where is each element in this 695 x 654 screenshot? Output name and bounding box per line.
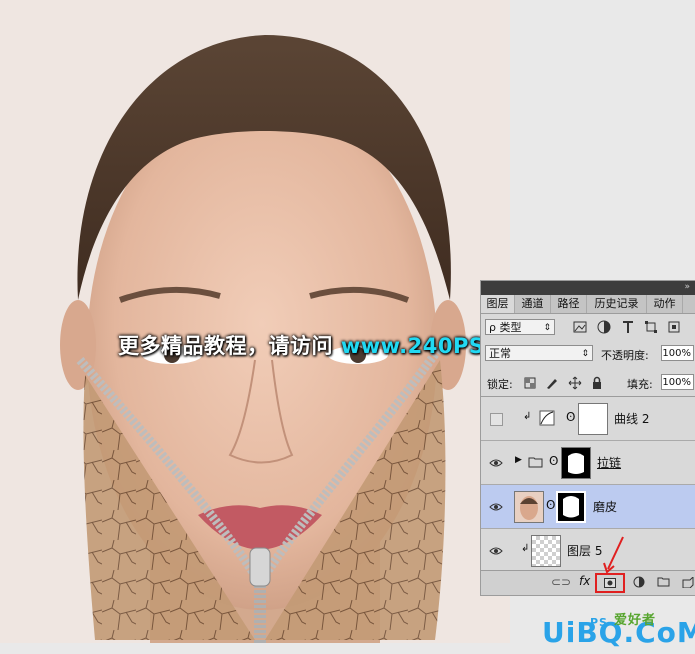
- new-layer-icon[interactable]: [682, 577, 694, 588]
- lock-label: 锁定:: [487, 378, 513, 391]
- layer-name[interactable]: 拉链: [597, 455, 621, 471]
- panel-tabs: 图层 通道 路径 历史记录 动作: [481, 295, 695, 314]
- layer-style-fx-icon[interactable]: fx: [579, 574, 590, 588]
- watermark-prefix: 更多精品教程，请访问: [118, 334, 341, 358]
- tab-actions[interactable]: 动作: [647, 295, 683, 313]
- lock-position-icon[interactable]: [568, 376, 582, 390]
- layers-list: ↲ ʘ 曲线 2 ▶ ʘ 拉链 ʘ 磨皮 ↲ 图层 5: [481, 396, 695, 571]
- eye-icon[interactable]: [489, 500, 503, 514]
- new-group-folder-icon[interactable]: [657, 577, 670, 587]
- smart-object-filter-icon[interactable]: [667, 320, 681, 334]
- layer-group-zipper[interactable]: ▶ ʘ 拉链: [481, 441, 695, 485]
- panel-footer: ⊂⊃ fx: [481, 570, 695, 595]
- opacity-field[interactable]: 100%: [661, 345, 694, 361]
- eye-icon[interactable]: [489, 456, 503, 470]
- layer-name[interactable]: 曲线 2: [614, 411, 649, 427]
- watermark-text: 更多精品教程，请访问 www.240PS.com: [118, 330, 510, 360]
- pixel-filter-icon[interactable]: [573, 320, 587, 334]
- chevron-updown-icon: ⇕: [581, 349, 589, 359]
- blend-mode-select[interactable]: 正常 ⇕: [485, 345, 593, 361]
- lock-image-pixels-icon[interactable]: [545, 376, 559, 390]
- layer-5[interactable]: ↲ 图层 5: [481, 529, 695, 571]
- filter-type-label: ρ 类型: [489, 321, 522, 334]
- curves-adjustment-icon: [539, 410, 555, 426]
- adjustment-filter-icon[interactable]: [597, 320, 611, 334]
- tab-paths[interactable]: 路径: [551, 295, 587, 313]
- new-adjustment-layer-icon[interactable]: [633, 576, 645, 588]
- portrait-artwork: [0, 0, 510, 643]
- tab-history[interactable]: 历史记录: [587, 295, 647, 313]
- layer-mask-thumbnail[interactable]: [556, 491, 586, 523]
- layer-name[interactable]: 磨皮: [593, 499, 617, 515]
- panel-title-bar[interactable]: »: [481, 281, 695, 295]
- layer-skin-smoothing[interactable]: ʘ 磨皮: [481, 485, 695, 529]
- logo-cn: 爱好者: [614, 613, 657, 628]
- transparent-layer-thumbnail[interactable]: [531, 535, 561, 567]
- add-layer-mask-button[interactable]: [595, 573, 625, 593]
- shape-filter-icon[interactable]: [644, 320, 658, 334]
- layer-thumbnail[interactable]: [514, 491, 544, 523]
- panel-collapse-icon[interactable]: »: [684, 282, 690, 292]
- eye-icon[interactable]: [489, 544, 503, 558]
- site-logo: UiBQ.CoM PS 爱好者: [542, 613, 695, 650]
- layers-panel: » 图层 通道 路径 历史记录 动作 ρ 类型 ⇕ 正常 ⇕ 不透明度: 100…: [480, 280, 695, 596]
- layer-mask-icon: [604, 578, 616, 588]
- clipping-arrow-icon: ↲: [521, 543, 530, 554]
- group-mask-thumbnail[interactable]: [561, 447, 591, 479]
- visibility-toggle-off[interactable]: [490, 413, 503, 426]
- layer-mask-thumbnail[interactable]: [578, 403, 608, 435]
- lock-transparent-pixels-icon[interactable]: [523, 376, 537, 390]
- chain-link-icon: ʘ: [549, 454, 559, 468]
- chevron-updown-icon: ⇕: [543, 323, 551, 333]
- folder-icon: [528, 457, 543, 468]
- lock-all-icon[interactable]: [590, 376, 604, 390]
- fill-label: 填充:: [627, 378, 653, 391]
- opacity-label: 不透明度:: [601, 349, 649, 362]
- link-layers-icon[interactable]: ⊂⊃: [551, 575, 571, 589]
- layer-curves-2[interactable]: ↲ ʘ 曲线 2: [481, 397, 695, 441]
- chain-link-icon: ʘ: [566, 410, 576, 424]
- tab-channels[interactable]: 通道: [515, 295, 551, 313]
- tab-layers[interactable]: 图层: [481, 295, 515, 313]
- filter-type-select[interactable]: ρ 类型 ⇕: [485, 319, 555, 335]
- logo-ps: PS: [590, 616, 608, 629]
- chain-link-icon: ʘ: [546, 498, 556, 512]
- fill-field[interactable]: 100%: [661, 374, 694, 390]
- clipping-arrow-icon: ↲: [523, 411, 532, 422]
- expand-triangle-icon[interactable]: ▶: [515, 455, 522, 465]
- type-filter-icon[interactable]: [621, 320, 635, 334]
- canvas-photo[interactable]: 更多精品教程，请访问 www.240PS.com: [0, 0, 510, 643]
- annotation-arrow: [603, 536, 624, 574]
- blend-mode-value: 正常: [489, 347, 511, 360]
